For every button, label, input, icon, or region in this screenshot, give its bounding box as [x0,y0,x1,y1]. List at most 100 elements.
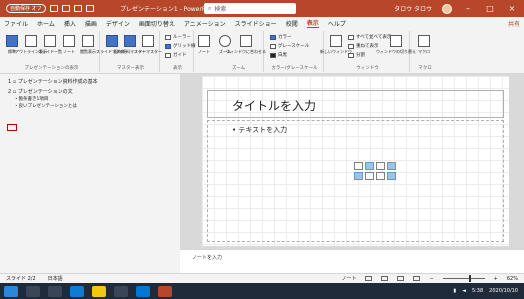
gridlines-checkbox[interactable]: グリッド線 [165,43,196,49]
arrange-all-button[interactable]: すべて並べて表示 [348,34,391,40]
outline-pane[interactable]: 1 ▫ プレゼンテーション資料作成の基本 2 ▫ プレゼンテーションの文 ・箇条… [0,74,180,273]
volume-icon[interactable]: ◄ [462,288,466,294]
user-name[interactable]: タロウ タロウ [394,4,432,13]
share-button[interactable]: 共有 [508,19,520,28]
grayscale-icon [270,43,276,49]
zoom-slider-knob[interactable] [468,275,471,282]
notes-status-button[interactable]: ノート [341,275,356,282]
new-window-button[interactable]: 新しいウィンドウ [320,31,352,55]
tab-insert[interactable]: 挿入 [64,19,76,28]
insert-online-picture-icon[interactable] [365,172,374,180]
button-label: 閲覧表示 [80,49,96,54]
redo-icon[interactable] [73,5,82,12]
group-window: 新しいウィンドウ すべて並べて表示 重ねて表示 分割 ウィンドウの切り替え ウィ… [320,31,416,72]
mail-icon[interactable] [136,285,150,297]
insert-table-icon[interactable] [354,162,363,170]
slide-marker-icon[interactable] [7,124,17,131]
language-indicator[interactable]: 日本語 [48,275,63,282]
slide-canvas[interactable]: タイトルを入力 • テキストを入力 [202,76,509,246]
normal-view-icon [6,35,18,47]
avatar[interactable] [442,3,452,14]
ruler-checkbox[interactable]: ルーラー [165,34,191,40]
insert-3d-model-icon[interactable] [387,162,396,170]
macros-button[interactable]: マクロ [416,31,432,55]
tab-help[interactable]: ヘルプ [328,19,346,28]
customize-toolbar-icon[interactable] [85,5,94,12]
normal-view-icon[interactable] [365,276,373,281]
tab-animations[interactable]: アニメーション [184,19,226,28]
notes-toggle-button[interactable]: ノート [196,31,212,55]
undo-icon[interactable] [61,5,70,12]
new-window-icon [330,35,342,47]
tab-draw[interactable]: 描画 [85,19,97,28]
button-label: 分割 [356,53,365,58]
restore-button[interactable]: □ [484,4,496,13]
split-button[interactable]: 分割 [348,52,365,58]
tab-slideshow[interactable]: スライドショー [235,19,277,28]
windows-start-icon[interactable] [4,285,18,297]
clock[interactable]: 5:38 [472,288,483,294]
outline-slide-1[interactable]: 1 ▫ プレゼンテーション資料作成の基本 [8,78,98,85]
calendar-date[interactable]: 2020/10/10 [489,288,518,294]
edge-icon[interactable] [70,285,84,297]
insert-picture-icon[interactable] [354,172,363,180]
tab-transitions[interactable]: 画面切り替え [139,19,175,28]
outline-bullet[interactable]: ・箇条書き1項目 [14,96,48,102]
search-input[interactable]: ⌕ 検索 [204,3,296,14]
minimize-button[interactable]: – [462,4,474,13]
guides-checkbox[interactable]: ガイド [165,52,187,58]
group-caption: マスター表示 [117,66,144,71]
slide-sorter-button[interactable]: スライド一覧 [38,31,62,55]
insert-icons-icon[interactable] [387,172,396,180]
insert-video-icon[interactable] [376,172,385,180]
task-view-icon[interactable] [48,285,62,297]
group-show: ルーラー グリッド線 ガイド 表示 [162,31,196,72]
outline-view-button[interactable]: アウトライン表示 [15,31,47,55]
zoom-out-button[interactable]: − [429,276,433,282]
insert-smartart-icon[interactable] [376,162,385,170]
color-button[interactable]: カラー [270,34,292,40]
reading-view-button[interactable]: 閲覧表示 [80,31,96,55]
search-icon: ⌕ [208,4,212,12]
powerpoint-icon[interactable] [158,285,172,297]
slide-sorter-icon[interactable] [381,276,389,281]
tab-view[interactable]: 表示 [306,18,319,28]
cascade-button[interactable]: 重ねて表示 [348,43,379,49]
zoom-in-button[interactable]: + [494,276,498,282]
button-label: ノート [198,49,210,54]
black-white-button[interactable]: 白黒 [270,52,287,58]
insert-chart-icon[interactable] [365,162,374,170]
grayscale-button[interactable]: グレースケール [270,43,309,49]
button-label: グレースケール [278,44,310,49]
notes-master-button[interactable]: ノートマスター [134,31,162,55]
zoom-slider[interactable] [442,275,485,282]
reading-view-icon[interactable] [397,276,405,281]
switch-windows-icon [390,35,402,47]
title-placeholder[interactable]: タイトルを入力 [207,90,504,118]
tab-file[interactable]: ファイル [4,19,28,28]
content-placeholder[interactable]: • テキストを入力 [207,120,504,242]
outline-slide-2[interactable]: 2 ▫ プレゼンテーションの文 [8,88,73,95]
fit-to-window-button[interactable]: ウィンドウに合わせる [226,31,266,55]
switch-windows-button[interactable]: ウィンドウの切り替え [376,31,416,55]
button-label: 白黒 [278,53,287,58]
autosave-toggle[interactable]: 自動保存 オフ [6,4,46,13]
button-label: カラー [278,35,292,40]
group-caption: 表示 [173,66,182,71]
checkbox-label: グリッド線 [173,44,196,49]
tab-home[interactable]: ホーム [37,19,55,28]
notes-pane[interactable]: ノートを入力 [180,249,524,273]
tab-review[interactable]: 校閲 [286,19,298,28]
tab-design[interactable]: デザイン [106,19,130,28]
file-explorer-icon[interactable] [92,285,106,297]
save-icon[interactable] [49,5,58,12]
zoom-level[interactable]: 62% [507,276,518,282]
store-icon[interactable] [114,285,128,297]
slideshow-icon[interactable] [413,276,421,281]
notes-page-button[interactable]: ノート [61,31,77,55]
outline-bullet[interactable]: ・良いプレゼンテーションとは [14,103,77,109]
search-icon[interactable] [26,285,40,297]
notes-page-icon [63,35,75,47]
close-button[interactable]: × [506,4,518,13]
network-icon[interactable]: ▮ [453,288,456,294]
